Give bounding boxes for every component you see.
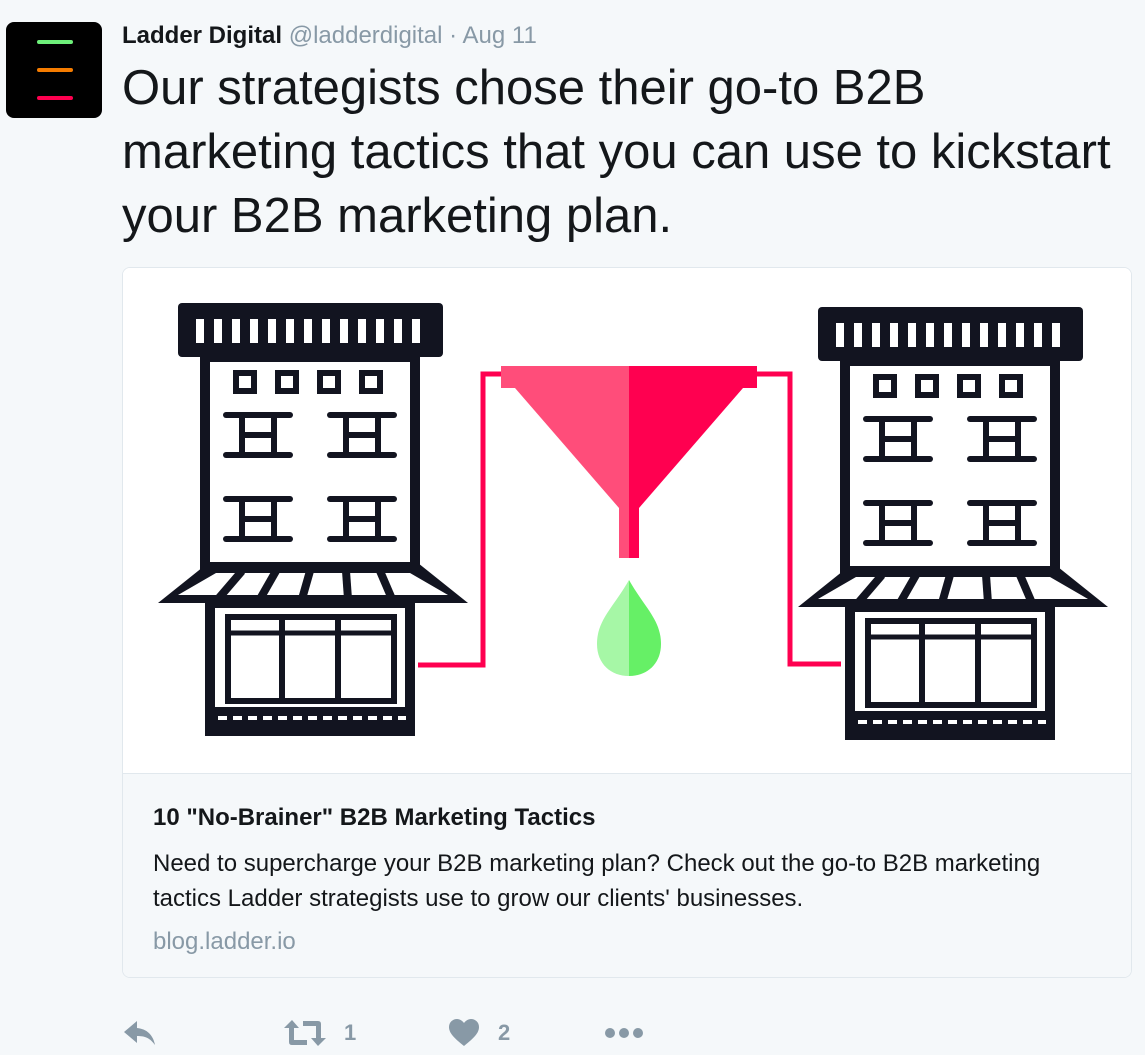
tweet-header: Ladder Digital @ladderdigital · Aug 11: [122, 20, 537, 52]
avatar[interactable]: [6, 22, 102, 118]
card-image: [123, 268, 1131, 773]
reply-button[interactable]: [122, 1010, 158, 1055]
like-button[interactable]: 2: [448, 1010, 510, 1055]
more-icon: [605, 1027, 643, 1038]
header-separator: ·: [449, 22, 458, 49]
more-button[interactable]: [604, 1010, 644, 1055]
storefront-funnel-illustration: [123, 268, 1131, 773]
like-count: 2: [498, 1019, 511, 1045]
tweet-date[interactable]: Aug 11: [463, 22, 537, 49]
card-title[interactable]: 10 "No-Brainer" B2B Marketing Tactics: [153, 804, 595, 832]
tweet-text: Our strategists chose their go-to B2B ma…: [122, 61, 1111, 243]
reply-icon: [124, 1020, 155, 1045]
heart-icon: [449, 1018, 479, 1046]
author-name[interactable]: Ladder Digital: [122, 22, 282, 49]
retweet-button[interactable]: 1: [284, 1010, 356, 1055]
card-domain[interactable]: blog.ladder.io: [153, 928, 296, 956]
link-card[interactable]: 10 "No-Brainer" B2B Marketing Tactics Ne…: [122, 267, 1132, 978]
author-handle[interactable]: @ladderdigital: [289, 22, 443, 49]
card-body[interactable]: 10 "No-Brainer" B2B Marketing Tactics Ne…: [123, 773, 1131, 977]
tweet-actions: 1 2: [122, 1010, 922, 1055]
card-description: Need to supercharge your B2B marketing p…: [153, 850, 1041, 912]
retweet-icon: [284, 1019, 326, 1046]
retweet-count: 1: [344, 1019, 357, 1045]
